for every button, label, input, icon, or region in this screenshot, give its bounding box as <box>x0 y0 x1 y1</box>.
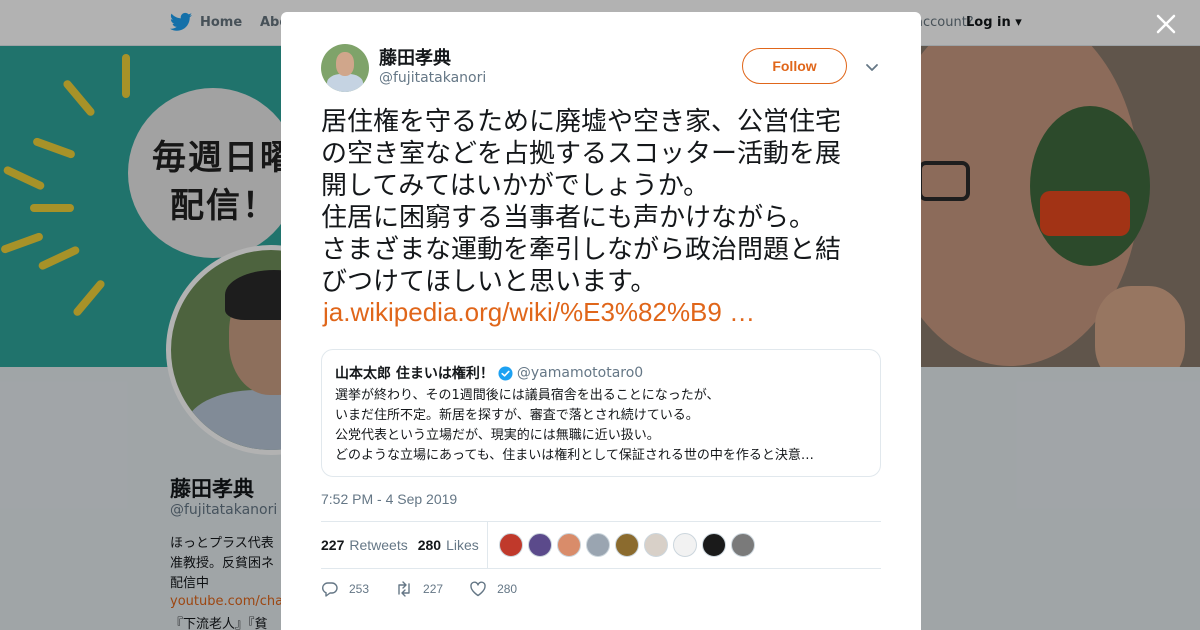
follow-button[interactable]: Follow <box>742 48 847 84</box>
quoted-tweet-header: 山本太郎 住まいは権利！ @yamamototaro0 <box>335 363 643 383</box>
author-avatar-shirt <box>327 74 363 92</box>
quoted-author-handle: @yamamototaro0 <box>516 365 644 381</box>
liker-avatar[interactable] <box>644 533 668 557</box>
tweet-stats: 227 Retweets 280 Likes <box>321 522 489 568</box>
quoted-tweet-line: いまだ住所不定。新居を探すが、審査で落とされ続けている。 <box>335 408 699 423</box>
retweet-icon <box>398 581 410 597</box>
tweet-text-line: 開してみてはいかがでしょうか。 <box>321 171 710 201</box>
quoted-tweet-body: 選挙が終わり、その1週間後には議員宿舎を出ることになったが、 いまだ住所不定。新… <box>335 386 865 466</box>
tweet-text-line: びつけてほしいと思います。 <box>321 267 657 297</box>
tweet-actions: 253 227 280 <box>321 580 517 598</box>
retweets-label: Retweets <box>349 537 408 553</box>
quoted-tweet[interactable]: 山本太郎 住まいは権利！ @yamamototaro0 選挙が終わり、その1週間… <box>321 349 881 477</box>
retweet-button[interactable]: 227 <box>395 580 443 598</box>
tweet-text-line: 居住権を守るために廃墟や空き家、公営住宅 <box>321 107 842 137</box>
liker-avatar[interactable] <box>499 533 523 557</box>
liker-avatar[interactable] <box>673 533 697 557</box>
likes-count: 280 <box>417 537 442 553</box>
close-icon[interactable] <box>1152 10 1180 38</box>
liker-avatar[interactable] <box>731 533 755 557</box>
quoted-tweet-line: 選挙が終わり、その1週間後には議員宿舎を出ることになったが、 <box>335 388 720 403</box>
tweet-timestamp[interactable]: 7:52 PM - 4 Sep 2019 <box>321 491 457 507</box>
liker-avatar[interactable] <box>528 533 552 557</box>
liker-avatars <box>499 533 755 557</box>
author-avatar-face <box>336 52 354 76</box>
quoted-author-name: 山本太郎 住まいは権利！ <box>335 366 494 382</box>
likes-label: Likes <box>446 537 479 553</box>
tweet-text-line: の空き室などを占拠するスコッター活動を展 <box>321 139 842 169</box>
liker-avatar[interactable] <box>586 533 610 557</box>
heart-icon <box>470 581 486 597</box>
tweet-wikipedia-link[interactable]: ja.wikipedia.org/wiki/%E3%82%B9 … <box>323 296 755 328</box>
likes-stat[interactable]: 280 Likes <box>418 537 479 553</box>
reply-button[interactable]: 253 <box>321 580 369 598</box>
verified-badge-icon <box>498 365 513 381</box>
reply-count: 253 <box>349 582 370 596</box>
retweets-count: 227 <box>321 537 345 553</box>
tweet-modal: 藤田孝典 @fujitatakanori Follow 居住権を守るために廃墟や… <box>281 12 921 630</box>
retweet-action-count: 227 <box>423 582 444 596</box>
tweet-text: 居住権を守るために廃墟や空き家、公営住宅 の空き室などを占拠するスコッター活動を… <box>321 106 881 298</box>
reply-icon <box>322 582 338 597</box>
chevron-down-icon[interactable] <box>863 58 881 76</box>
stats-separator <box>487 522 488 568</box>
tweet-text-line: 住居に困窮する当事者にも声かけながら。 <box>321 203 816 233</box>
author-name[interactable]: 藤田孝典 <box>379 44 451 70</box>
author-avatar[interactable] <box>321 44 369 92</box>
liker-avatar[interactable] <box>702 533 726 557</box>
retweets-stat[interactable]: 227 Retweets <box>321 537 408 553</box>
divider <box>321 568 881 569</box>
tweet-text-line: さまざまな運動を牽引しながら政治問題と結 <box>321 235 842 265</box>
quoted-tweet-line: 公党代表という立場だが、現実的には無職に近い扱い。 <box>335 428 660 443</box>
author-handle[interactable]: @fujitatakanori <box>379 70 486 86</box>
like-action-count: 280 <box>497 582 518 596</box>
liker-avatar[interactable] <box>615 533 639 557</box>
liker-avatar[interactable] <box>557 533 581 557</box>
quoted-tweet-line: どのような立場にあっても、住まいは権利として保証される世の中を作ると決意… <box>335 448 814 463</box>
like-button[interactable]: 280 <box>469 580 517 598</box>
